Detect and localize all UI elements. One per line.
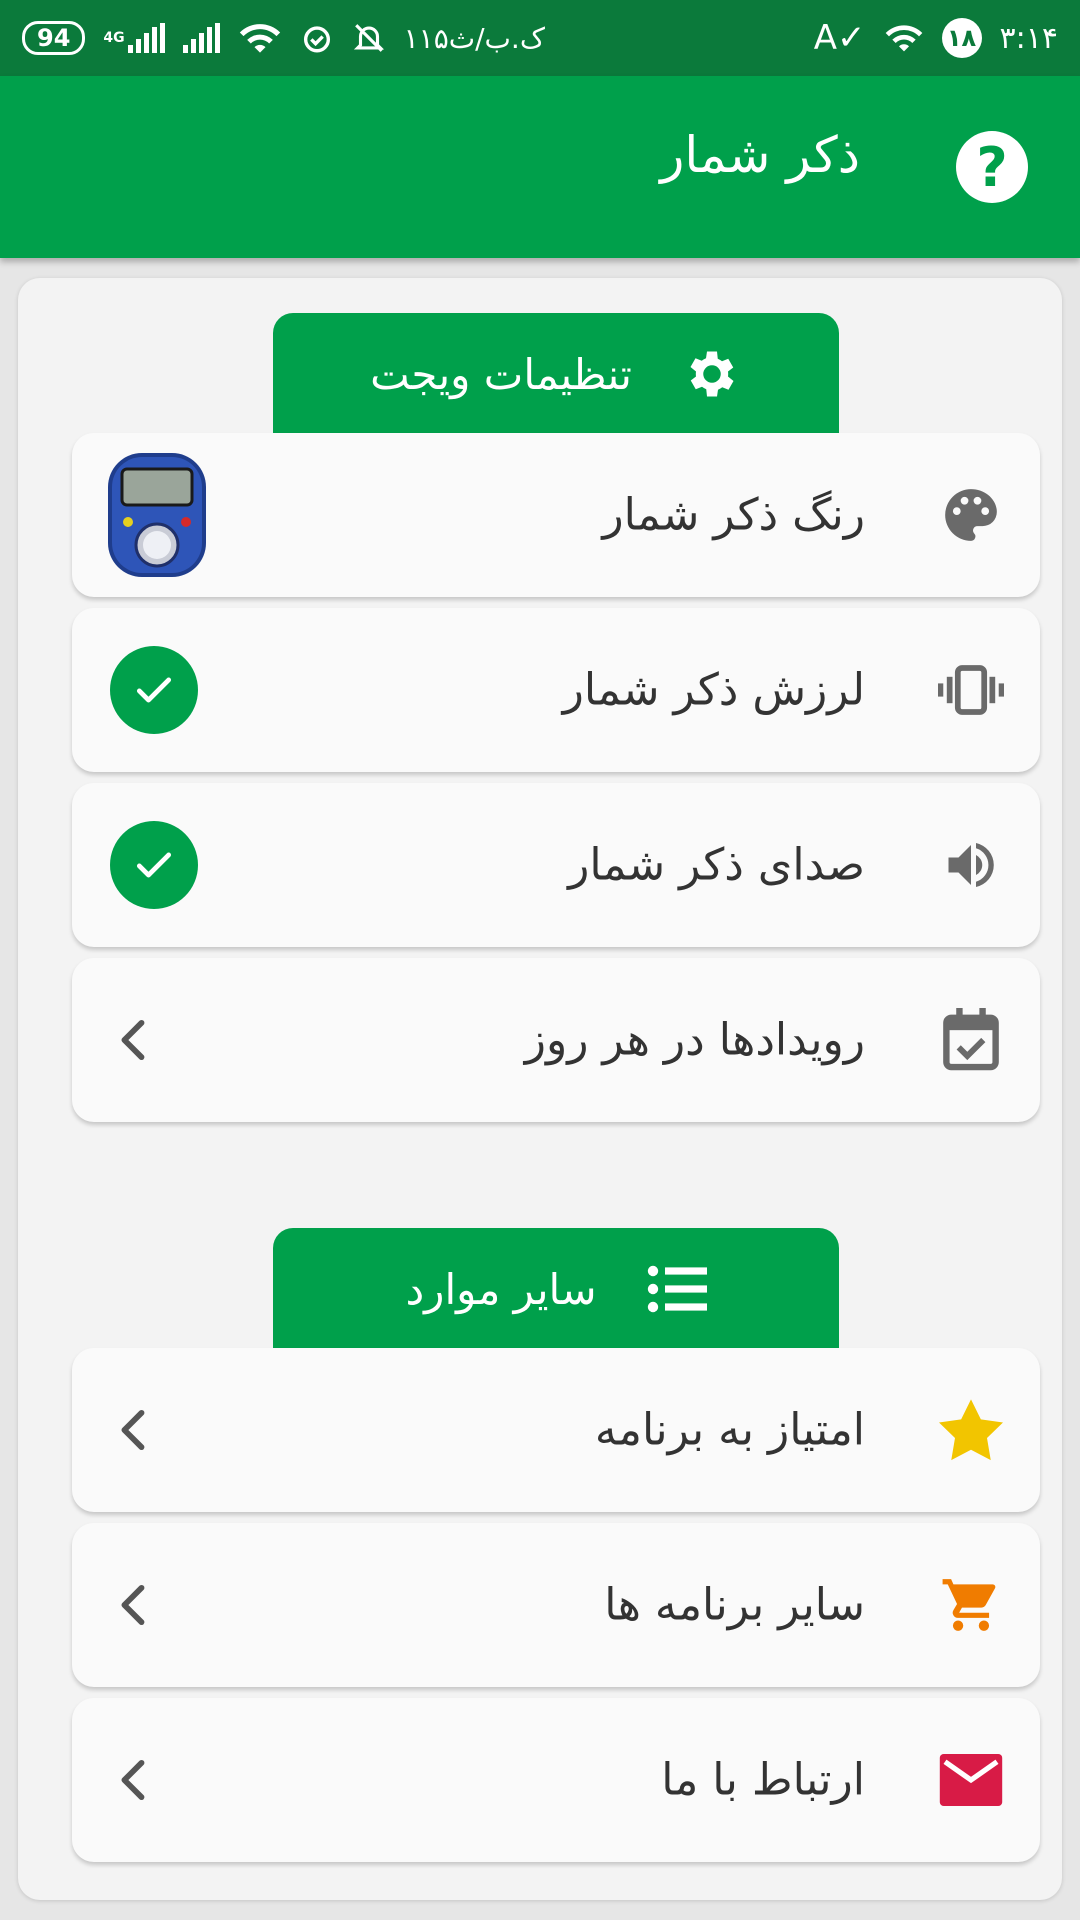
gear-icon — [690, 351, 734, 397]
contact-us-item[interactable]: ارتباط با ما — [72, 1698, 1040, 1862]
status-bar: 94 4G ۱۱۵ک.ب/ث A✓ ۱۸ ۳:۱۴ — [0, 0, 1080, 76]
network-type: 4G — [103, 23, 165, 53]
wifi-icon — [239, 24, 280, 53]
check-icon — [136, 677, 172, 703]
list-icon — [647, 1265, 707, 1313]
sound-toggle[interactable] — [110, 821, 198, 909]
chevron-left-icon — [112, 1755, 152, 1805]
star-icon — [938, 1397, 1004, 1463]
page-title: ذکر شمار — [660, 126, 860, 184]
vibration-toggle[interactable] — [110, 646, 198, 734]
app-bar: ذکر شمار ? — [0, 76, 1080, 258]
rate-app-item[interactable]: امتیاز به برنامه — [72, 1348, 1040, 1512]
status-bar-left: 94 4G ۱۱۵ک.ب/ث — [22, 21, 545, 55]
widget-vibration-item[interactable]: لرزش ذکر شمار — [72, 608, 1040, 772]
card-label: رنگ ذکر شمار — [602, 489, 865, 541]
signal-icon — [127, 23, 165, 53]
card-label: صدای ذکر شمار — [568, 839, 865, 891]
notification-badge: ۱۸ — [941, 18, 982, 58]
carrier-label: ۱۱۵ک.ب/ث — [403, 21, 545, 55]
wifi-icon-2 — [885, 25, 922, 52]
card-label: سایر برنامه ها — [604, 1579, 865, 1631]
section-title: تنظیمات ویجت — [370, 349, 632, 399]
network-type-label: 4G — [103, 30, 125, 46]
palette-icon — [938, 482, 1004, 548]
chevron-left-icon — [112, 1405, 152, 1455]
cart-icon — [938, 1572, 1004, 1638]
section-header-other: سایر موارد — [273, 1228, 839, 1350]
card-label: رویدادها در هر روز — [524, 1014, 865, 1066]
status-bar-right: A✓ ۱۸ ۳:۱۴ — [814, 18, 1058, 58]
help-button[interactable]: ? — [956, 131, 1028, 203]
mail-icon — [938, 1747, 1004, 1813]
battery-indicator: 94 — [22, 21, 86, 55]
card-label: ارتباط با ما — [661, 1754, 865, 1806]
card-label: امتیاز به برنامه — [594, 1404, 865, 1456]
help-circle-icon: ? — [976, 135, 1008, 199]
settings-panel: تنظیمات ویجت رنگ ذکر شمار لرزش ذکر شمار — [18, 278, 1062, 1900]
mute-bell-icon — [353, 24, 384, 52]
widget-sound-item[interactable]: صدای ذکر شمار — [72, 783, 1040, 947]
chevron-left-icon — [112, 1015, 152, 1065]
volume-icon — [938, 832, 1004, 898]
alarm-icon — [303, 26, 330, 53]
chevron-left-icon — [112, 1580, 152, 1630]
font-size-icon: A✓ — [813, 18, 866, 58]
tally-counter-image — [108, 453, 206, 577]
clock: ۳:۱۴ — [999, 20, 1058, 56]
section-title: سایر موارد — [405, 1264, 597, 1314]
vibrate-icon — [938, 657, 1004, 723]
calendar-check-icon — [938, 1007, 1004, 1073]
card-label: لرزش ذکر شمار — [562, 664, 865, 716]
check-icon — [136, 852, 172, 878]
widget-color-item[interactable]: رنگ ذکر شمار — [72, 433, 1040, 597]
other-apps-item[interactable]: سایر برنامه ها — [72, 1523, 1040, 1687]
signal-icon-2 — [182, 23, 220, 53]
daily-events-item[interactable]: رویدادها در هر روز — [72, 958, 1040, 1122]
section-header-widget-settings: تنظیمات ویجت — [273, 313, 839, 435]
